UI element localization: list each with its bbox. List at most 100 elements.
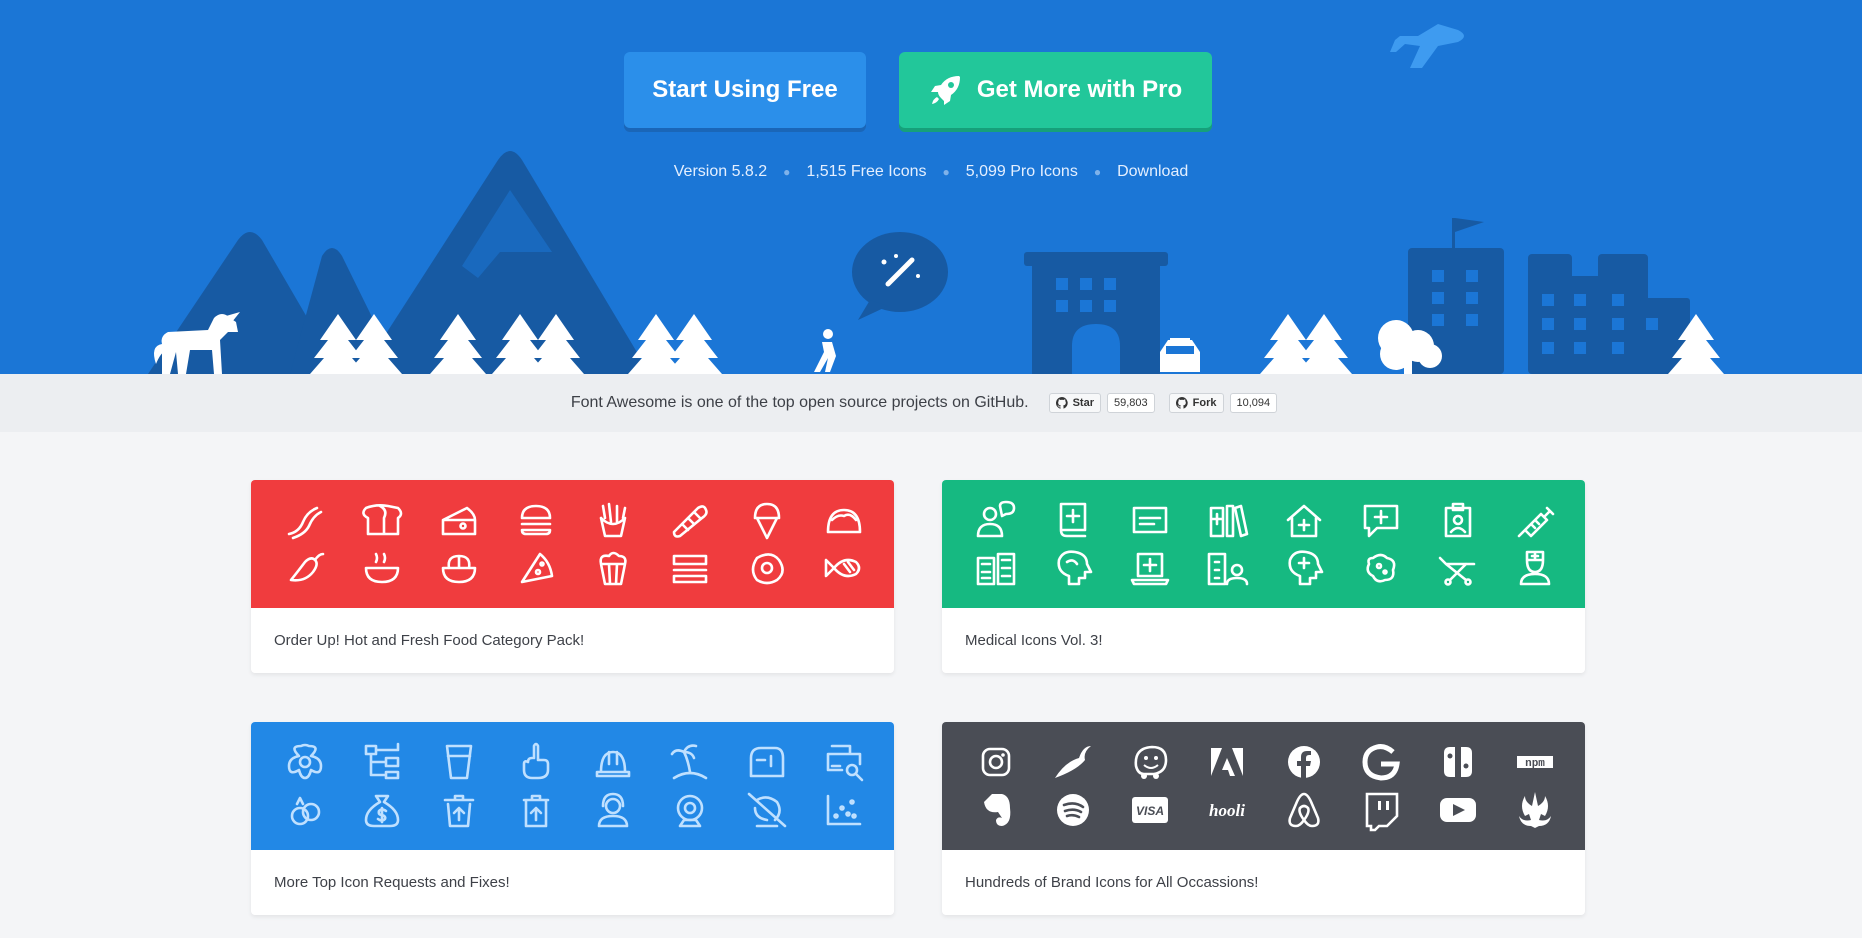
free-icons-count: 1,515 Free Icons <box>806 163 927 180</box>
youtube-icon[interactable] <box>1440 798 1476 822</box>
nintendo-switch-icon[interactable] <box>1444 747 1472 777</box>
user-nurse-icon[interactable] <box>1519 550 1551 586</box>
hospital-user-icon[interactable] <box>1207 552 1249 586</box>
waze-icon[interactable] <box>1134 745 1168 779</box>
mailbox-icon[interactable] <box>749 746 785 778</box>
get-more-with-pro-label: Get More with Pro <box>976 76 1183 103</box>
download-link[interactable]: Download <box>1117 163 1188 181</box>
card-top-requests[interactable]: More Top Icon Requests and Fixes! <box>251 722 894 915</box>
laptop-medical-icon[interactable] <box>1130 552 1170 586</box>
hotdog-icon[interactable] <box>672 505 708 538</box>
adobe-icon[interactable] <box>1211 748 1243 776</box>
popcorn-icon[interactable] <box>599 551 627 586</box>
pizza-slice-icon[interactable] <box>520 552 554 584</box>
clipboard-user-icon[interactable] <box>1444 502 1472 538</box>
french-fries-icon[interactable] <box>599 502 627 538</box>
head-side-medical-icon[interactable] <box>1288 550 1324 586</box>
books-medical-icon[interactable] <box>1209 504 1249 538</box>
card-icon-band <box>251 722 894 850</box>
syringe-icon[interactable] <box>1517 506 1555 538</box>
card-icon-band <box>942 480 1585 608</box>
chart-scatter-icon[interactable] <box>826 794 862 826</box>
card-title: Order Up! Hot and Fresh Food Category Pa… <box>274 632 585 649</box>
spotify-icon[interactable] <box>1057 794 1089 826</box>
webcam-slash-icon[interactable] <box>747 792 787 828</box>
taxi-icon <box>1160 338 1200 372</box>
bacon-icon[interactable] <box>287 506 323 540</box>
rings-wedding-icon[interactable] <box>290 796 321 826</box>
ice-cream-icon[interactable] <box>753 502 781 540</box>
card-icon-band <box>251 480 894 608</box>
trash-restore-icon[interactable] <box>443 794 475 828</box>
book-medical-icon[interactable] <box>1059 502 1087 538</box>
svg-text:hooli: hooli <box>1209 801 1245 820</box>
user-headset-icon[interactable] <box>597 792 629 828</box>
walking-person-icon <box>814 329 836 372</box>
card-food-pack[interactable]: Order Up! Hot and Fresh Food Category Pa… <box>251 480 894 673</box>
sack-dollar-icon[interactable] <box>364 794 400 828</box>
google-icon[interactable] <box>1362 744 1400 781</box>
mountains-illustration <box>148 151 650 374</box>
card-icon-band: npm VISA hooli <box>942 722 1585 850</box>
card-title: More Top Icon Requests and Fixes! <box>274 874 510 891</box>
github-icon <box>1175 397 1188 409</box>
github-bar: Font Awesome is one of the top open sour… <box>0 374 1862 432</box>
cc-visa-icon[interactable]: VISA <box>1132 797 1168 823</box>
card-title: Medical Icons Vol. 3! <box>965 632 1103 649</box>
fish-cooked-icon[interactable] <box>824 558 861 578</box>
github-star-label: Star <box>1072 397 1094 409</box>
github-text: Font Awesome is one of the top open sour… <box>570 394 1029 411</box>
stretcher-icon[interactable] <box>1438 556 1476 586</box>
egg-fried-icon[interactable] <box>751 553 784 585</box>
viruses-icon[interactable] <box>1366 553 1396 583</box>
card-brand-icons[interactable]: npm VISA hooli Hundreds of Brand Icons f… <box>942 722 1585 915</box>
start-using-free-button[interactable]: Start Using Free <box>624 52 866 128</box>
sitemap-icon[interactable] <box>364 742 400 780</box>
flower-icon[interactable] <box>287 743 323 780</box>
trash-restore-alt-icon[interactable] <box>522 794 550 828</box>
user-md-chat-icon[interactable] <box>976 500 1016 538</box>
svg-text:npm: npm <box>1525 758 1545 770</box>
id-card-icon[interactable] <box>1132 506 1168 534</box>
salad-icon[interactable] <box>441 554 477 584</box>
taco-icon[interactable] <box>826 508 862 534</box>
hooli-icon[interactable]: hooli <box>1209 801 1245 820</box>
webcam-icon[interactable] <box>676 794 704 828</box>
card-medical-icons[interactable]: Medical Icons Vol. 3! <box>942 480 1585 673</box>
github-fork-count[interactable]: 10,094 <box>1229 393 1278 413</box>
head-side-brain-icon[interactable] <box>1057 550 1093 586</box>
evernote-icon[interactable] <box>984 794 1011 826</box>
svg-text:VISA: VISA <box>1136 804 1164 818</box>
jedi-order-icon[interactable] <box>1519 792 1551 828</box>
hard-hat-icon[interactable] <box>595 750 631 778</box>
soup-icon[interactable] <box>364 552 400 584</box>
github-star-button[interactable]: Star <box>1048 393 1101 413</box>
cheese-icon[interactable] <box>441 506 477 536</box>
facebook-icon[interactable] <box>1288 746 1320 778</box>
print-search-icon[interactable] <box>826 744 864 782</box>
island-tropical-icon[interactable] <box>670 744 708 780</box>
sandwich-icon[interactable] <box>672 554 708 584</box>
get-more-with-pro-button[interactable]: Get More with Pro <box>899 52 1212 128</box>
hamburger-icon[interactable] <box>520 504 552 536</box>
glass-icon[interactable] <box>445 744 473 780</box>
version-meta-line: Version 5.8.2 ● 1,515 Free Icons ● 5,099 Pro… <box>0 163 1862 181</box>
airplane-icon <box>1390 24 1464 68</box>
npm-icon[interactable]: npm <box>1517 756 1553 770</box>
version-text: Version 5.8.2 <box>673 163 768 180</box>
comment-medical-icon[interactable] <box>1363 504 1399 538</box>
instagram-icon[interactable] <box>981 747 1011 777</box>
github-star-count[interactable]: 59,803 <box>1107 393 1155 413</box>
clinic-medical-icon[interactable] <box>1286 504 1322 538</box>
hospitals-icon[interactable] <box>976 552 1016 586</box>
hero-banner: Start Using Free Get More with Pro Versi… <box>0 0 1862 374</box>
github-fork-button[interactable]: Fork <box>1168 393 1224 413</box>
separator-dot: ● <box>942 164 950 179</box>
hand-middle-finger-icon[interactable] <box>522 742 550 780</box>
bread-slice-icon[interactable] <box>362 504 403 536</box>
pied-piper-icon[interactable] <box>1055 746 1091 778</box>
pepper-hot-icon[interactable] <box>289 552 325 582</box>
twitch-icon[interactable] <box>1365 792 1399 832</box>
github-icon <box>1055 397 1068 409</box>
airbnb-icon[interactable] <box>1288 792 1320 828</box>
